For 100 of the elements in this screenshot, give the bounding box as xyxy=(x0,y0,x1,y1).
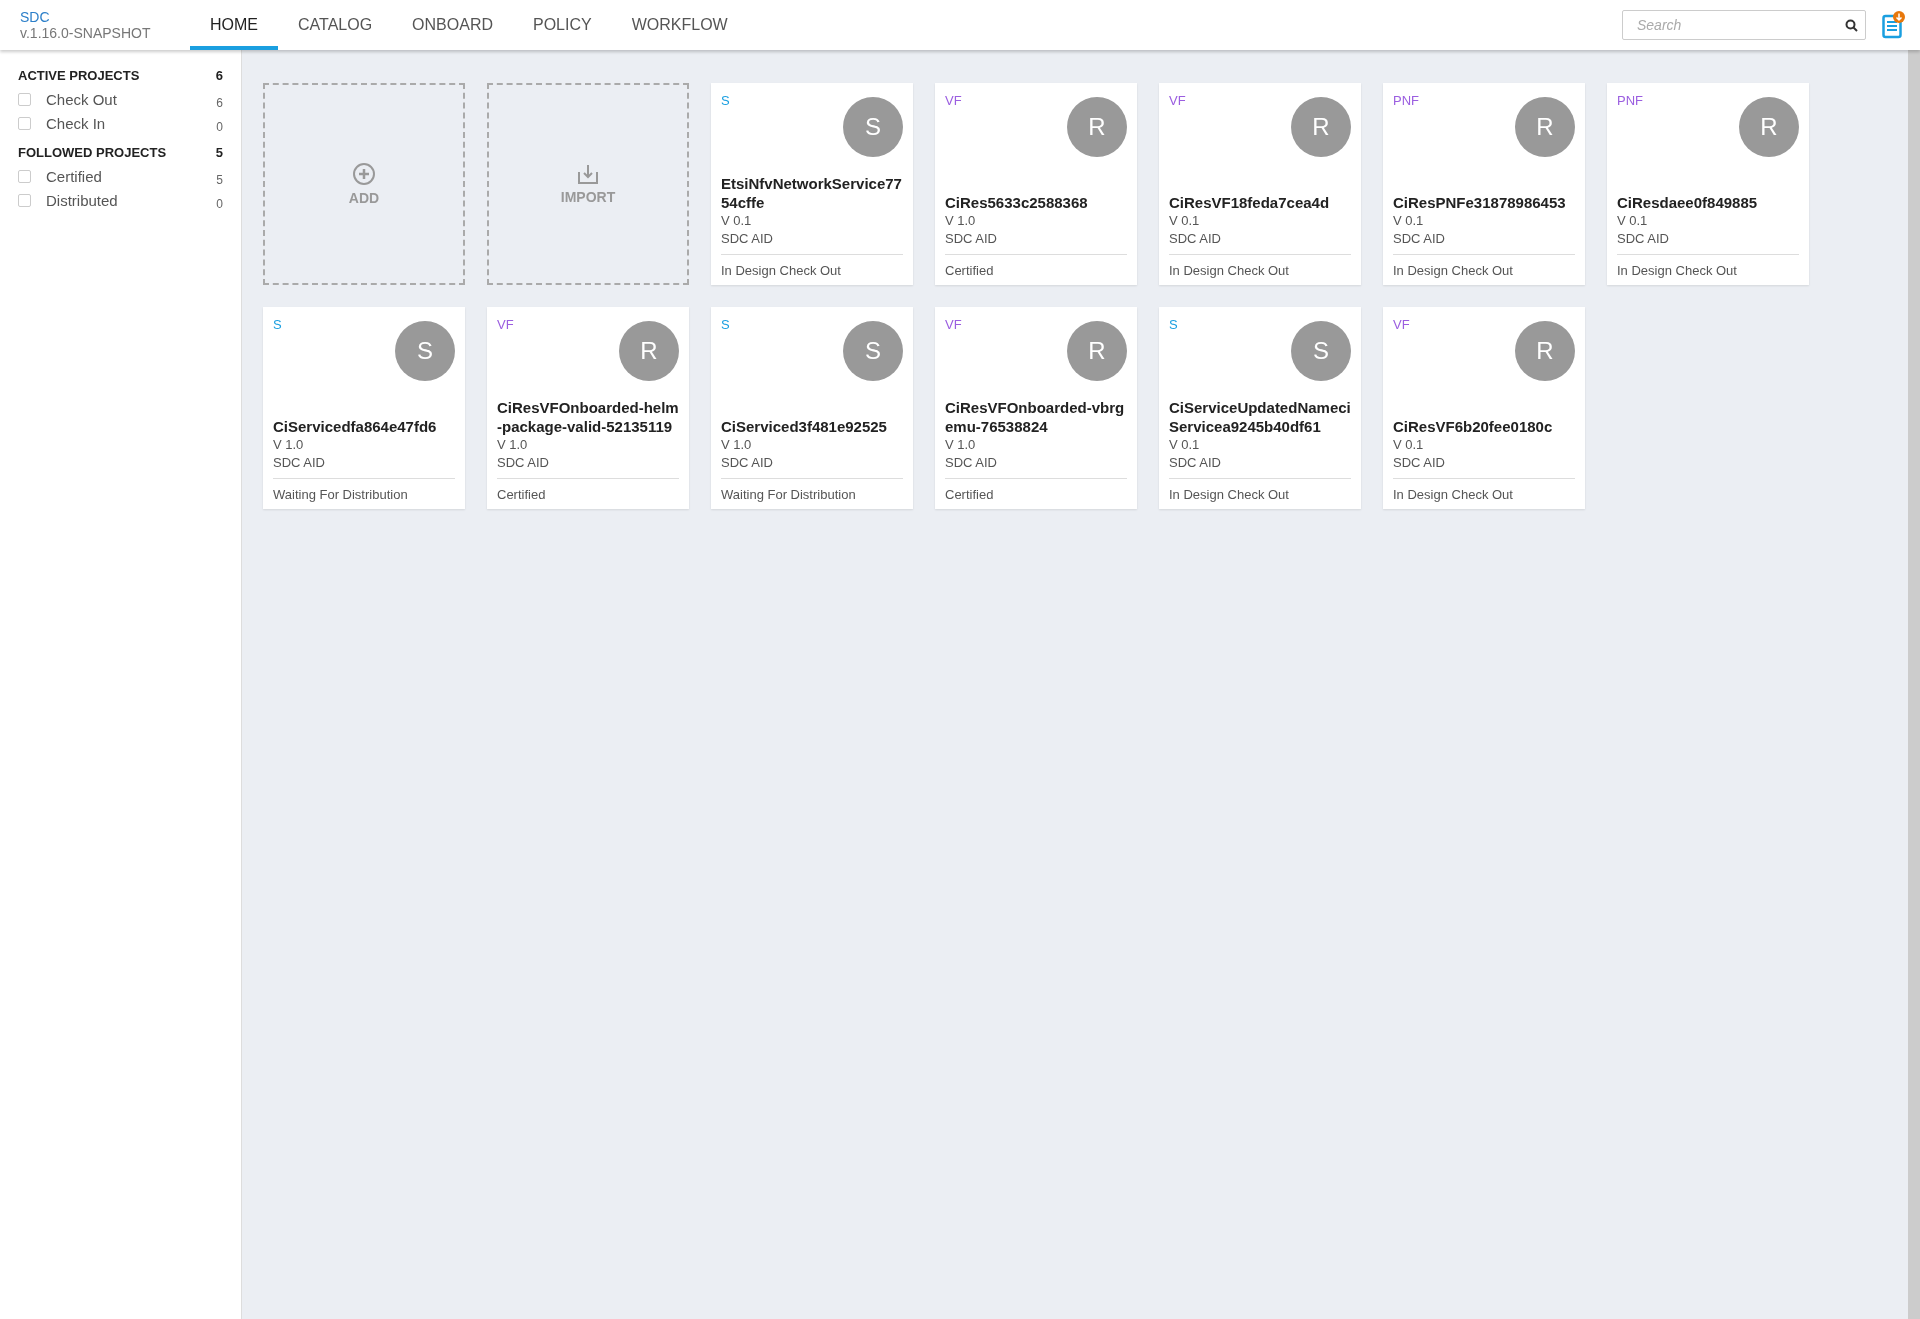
avatar: S xyxy=(1291,321,1351,381)
filter-label[interactable]: Certified xyxy=(46,167,102,185)
project-card[interactable]: VF R CiRes5633c2588368 V 1.0 SDC AID Certified xyxy=(935,83,1137,285)
filter-count: 6 xyxy=(216,95,223,110)
avatar: S xyxy=(395,321,455,381)
status-text: In Design Check Out xyxy=(1169,486,1289,502)
type-label: VF xyxy=(945,317,962,332)
type-label: VF xyxy=(497,317,514,332)
scrollbar[interactable] xyxy=(1908,50,1920,1319)
version-text: V 0.1 xyxy=(1393,212,1425,230)
project-name: CiResPNFe31878986453 xyxy=(1393,193,1567,212)
status-text: Certified xyxy=(945,262,994,278)
project-name: CiResVFOnboarded-vbrgemu-76538824 xyxy=(945,398,1126,436)
version-text: V 0.1 xyxy=(1617,212,1649,230)
version-label: v.1.16.0-SNAPSHOT xyxy=(20,25,152,41)
search-field[interactable]: Search xyxy=(1622,10,1866,40)
version-text: V 0.1 xyxy=(1169,212,1201,230)
project-name: CiServiceUpdatedNameciServicea9245b40df61 xyxy=(1169,398,1351,436)
status-text: Certified xyxy=(945,486,994,502)
import-icon xyxy=(577,163,599,185)
type-label: S xyxy=(273,317,282,332)
project-card[interactable]: S S CiServicedfa864e47fd6 V 1.0 SDC AID Waiting For Distribution xyxy=(263,307,465,509)
avatar: R xyxy=(619,321,679,381)
filter-label[interactable]: Check In xyxy=(46,114,106,132)
project-name: CiServiced3f481e92525 xyxy=(721,417,888,436)
filter-label[interactable]: Check Out xyxy=(46,90,117,108)
project-card[interactable]: VF R CiResVF6b20fee0180c V 0.1 SDC AID In Design Check Out xyxy=(1383,307,1585,509)
status-text: In Design Check Out xyxy=(1393,262,1513,278)
version-text: V 0.1 xyxy=(721,212,753,230)
status-text: In Design Check Out xyxy=(1169,262,1289,278)
version-text: V 1.0 xyxy=(273,436,305,454)
version-text: V 0.1 xyxy=(1169,436,1201,454)
project-card[interactable]: PNF R CiResPNFe31878986453 V 0.1 SDC AID In Design Check Out xyxy=(1383,83,1585,285)
owner-text: SDC AID xyxy=(721,230,774,248)
avatar: R xyxy=(1067,97,1127,157)
app-brand: SDC xyxy=(20,9,51,25)
filter-group-title: FOLLOWED PROJECTS xyxy=(18,145,167,160)
avatar: R xyxy=(1291,97,1351,157)
type-label: VF xyxy=(1393,317,1410,332)
type-label: PNF xyxy=(1617,93,1643,108)
project-card[interactable]: PNF R CiResdaee0f849885 V 0.1 SDC AID In Design Check Out xyxy=(1607,83,1809,285)
project-name: CiRes5633c2588368 xyxy=(945,193,1089,212)
project-name: CiResVF6b20fee0180c xyxy=(1393,417,1554,436)
filter-group-title: ACTIVE PROJECTS xyxy=(18,68,140,83)
avatar: R xyxy=(1515,97,1575,157)
owner-text: SDC AID xyxy=(945,230,998,248)
project-card[interactable]: VF R CiResVF18feda7cea4d V 0.1 SDC AID In Design Check Out xyxy=(1159,83,1361,285)
owner-text: SDC AID xyxy=(273,454,326,472)
type-label: PNF xyxy=(1393,93,1419,108)
avatar: R xyxy=(1067,321,1127,381)
project-card[interactable]: S S EtsiNfvNetworkService7754cffe V 0.1 SDC AID In Design Check Out xyxy=(711,83,913,285)
nav-tab[interactable]: POLICY xyxy=(513,0,612,50)
search-icon xyxy=(1845,19,1858,32)
owner-text: SDC AID xyxy=(1393,454,1446,472)
nav-tab[interactable]: CATALOG xyxy=(278,0,393,50)
status-text: Waiting For Distribution xyxy=(273,486,408,502)
group-count: 6 xyxy=(215,68,223,83)
project-name: CiServicedfa864e47fd6 xyxy=(273,417,438,436)
project-name: CiResVFOnboarded-helm-package-valid-52135119 xyxy=(497,398,679,436)
nav-tab[interactable]: WORKFLOW xyxy=(611,0,748,50)
version-text: V 1.0 xyxy=(497,436,529,454)
avatar: S xyxy=(843,97,903,157)
version-text: V 0.1 xyxy=(1393,436,1425,454)
owner-text: SDC AID xyxy=(721,454,774,472)
checkbox[interactable] xyxy=(18,92,31,106)
project-name: EtsiNfvNetworkService7754cffe xyxy=(721,174,903,212)
type-label: VF xyxy=(1169,93,1186,108)
owner-text: SDC AID xyxy=(497,454,550,472)
avatar: R xyxy=(1515,321,1575,381)
owner-text: SDC AID xyxy=(945,454,998,472)
owner-text: SDC AID xyxy=(1169,454,1222,472)
checkbox[interactable] xyxy=(18,193,31,207)
owner-text: SDC AID xyxy=(1617,230,1670,248)
version-text: V 1.0 xyxy=(721,436,753,454)
avatar: S xyxy=(843,321,903,381)
filter-count: 0 xyxy=(216,196,223,211)
nav-tab[interactable]: ONBOARD xyxy=(392,0,513,50)
version-text: V 1.0 xyxy=(945,212,977,230)
status-text: In Design Check Out xyxy=(1393,486,1513,502)
project-card[interactable]: S S CiServiced3f481e92525 V 1.0 SDC AID Waiting For Distribution xyxy=(711,307,913,509)
avatar: R xyxy=(1739,97,1799,157)
type-label: VF xyxy=(945,93,962,108)
type-label: S xyxy=(1169,317,1178,332)
status-text: Certified xyxy=(497,486,546,502)
document-download-icon[interactable] xyxy=(1882,11,1906,39)
project-card[interactable]: VF R CiResVFOnboarded-helm-package-valid-52135119 V 1.0 SDC AID Certified xyxy=(487,307,689,509)
filter-count: 5 xyxy=(216,172,223,187)
status-text: In Design Check Out xyxy=(721,262,841,278)
status-text: Waiting For Distribution xyxy=(721,486,856,502)
plus-circle-icon xyxy=(352,162,376,186)
project-card[interactable]: VF R CiResVFOnboarded-vbrgemu-76538824 V 1.0 SDC AID Certified xyxy=(935,307,1137,509)
owner-text: SDC AID xyxy=(1393,230,1446,248)
checkbox[interactable] xyxy=(18,169,31,183)
project-card[interactable]: S S CiServiceUpdatedNameciServicea9245b40df61 V 0.1 SDC AID In Design Check Out xyxy=(1159,307,1361,509)
project-name: CiResVF18feda7cea4d xyxy=(1169,193,1331,212)
owner-text: SDC AID xyxy=(1169,230,1222,248)
filter-label[interactable]: Distributed xyxy=(46,191,118,209)
type-label: S xyxy=(721,317,730,332)
checkbox[interactable] xyxy=(18,116,31,130)
filter-count: 0 xyxy=(216,119,223,134)
